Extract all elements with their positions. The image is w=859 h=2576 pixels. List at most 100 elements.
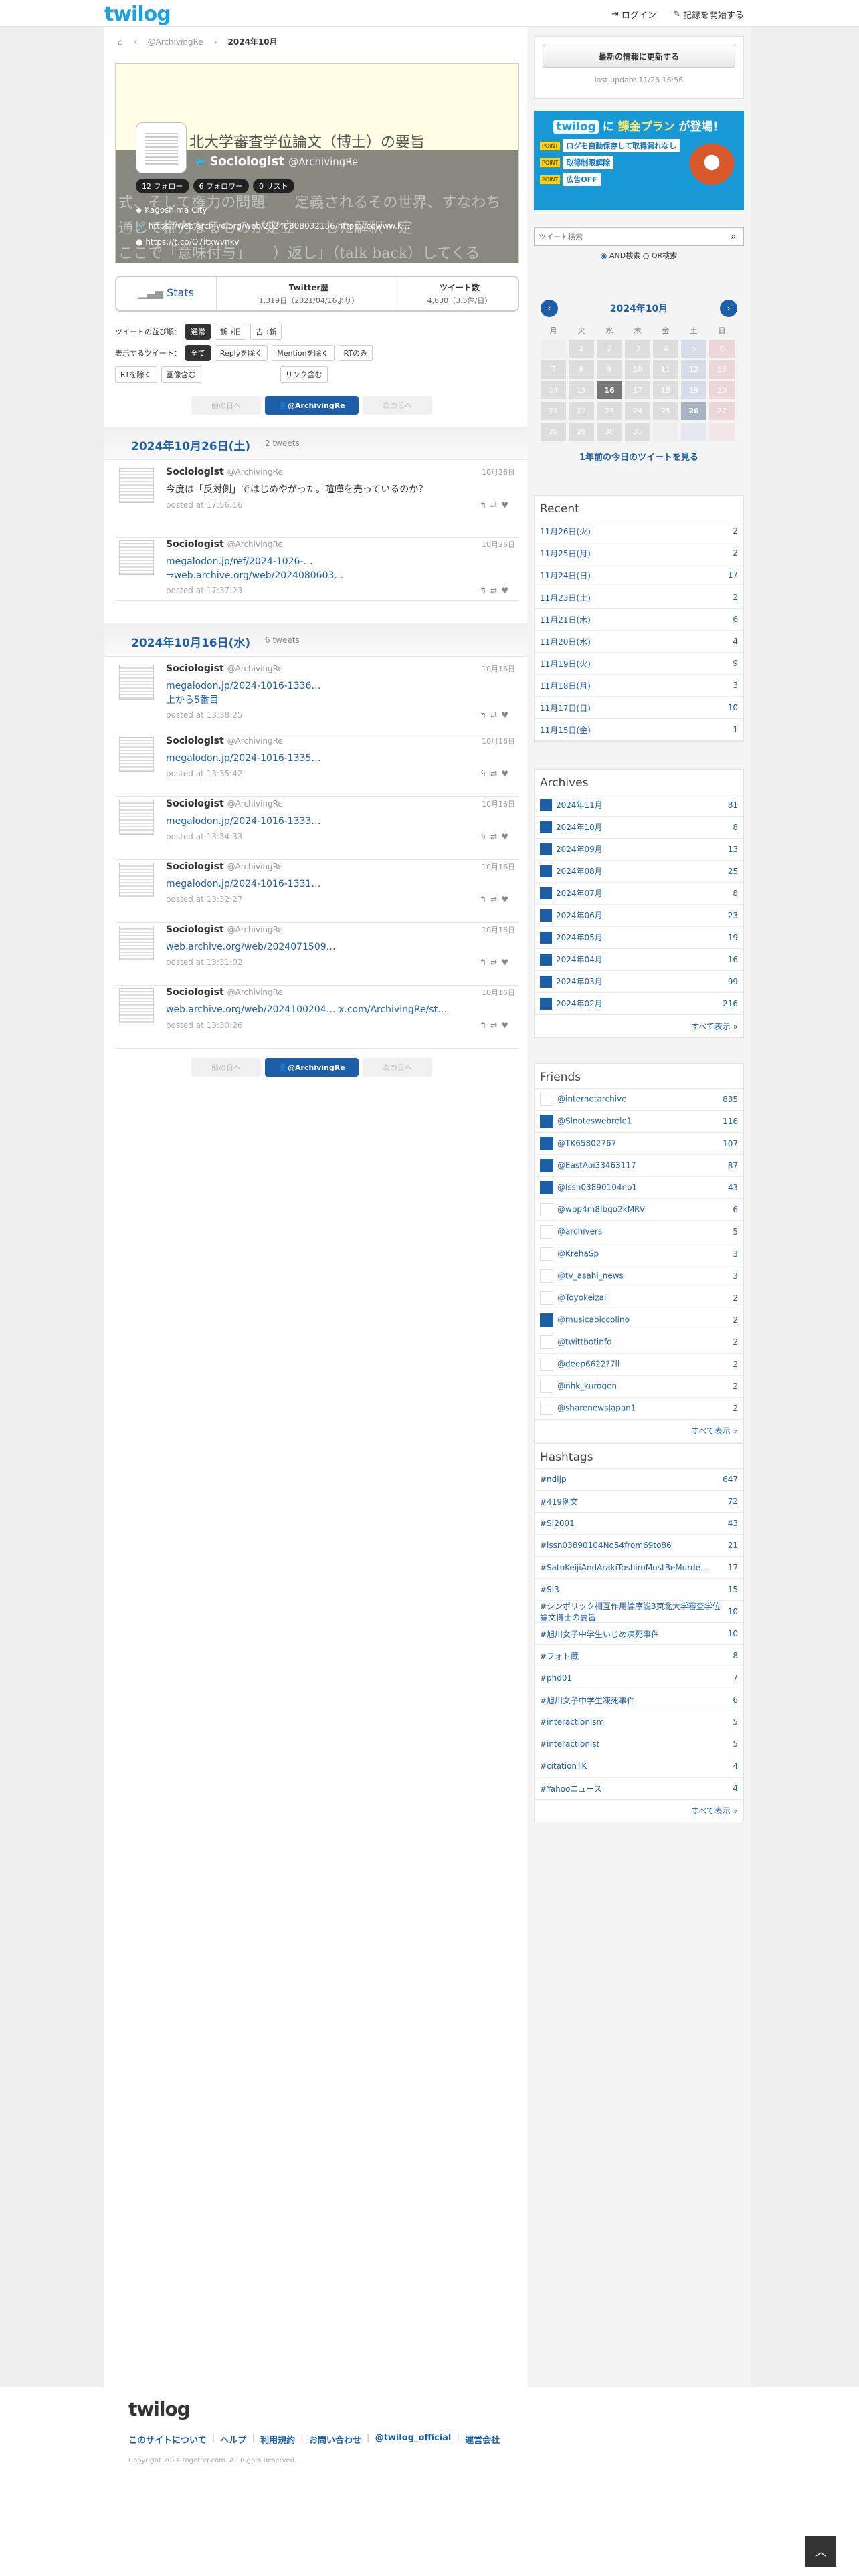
filter-images[interactable]: 画像含む: [161, 366, 201, 383]
friend-item-label[interactable]: @lssn03890104no1: [557, 1183, 637, 1192]
tweet-date[interactable]: 10月16日: [482, 987, 515, 998]
calendar-day[interactable]: 14: [541, 381, 566, 399]
followers-count[interactable]: 6 フォロワー: [193, 179, 249, 193]
hashtag-item[interactable]: #旭川女子中学生いじめ凍死事件 10: [535, 1623, 743, 1645]
hashtag-item[interactable]: #SI2001 43: [535, 1513, 743, 1535]
search-icon[interactable]: ⌕: [723, 228, 743, 245]
calendar-prev-icon[interactable]: ‹: [541, 300, 558, 317]
next-day-button[interactable]: 次の日へ: [363, 1058, 432, 1077]
tweet-date[interactable]: 10月16日: [482, 663, 515, 674]
and-search-radio[interactable]: ◉: [601, 251, 607, 260]
footer-link[interactable]: お問い合わせ: [309, 2433, 361, 2446]
archive-item-label[interactable]: 2024年02月: [556, 999, 603, 1008]
user-button[interactable]: 👤 @ArchivingRe: [265, 396, 359, 415]
tweet-author[interactable]: Sociologist @ArchivingRe: [166, 467, 283, 477]
reply-icon[interactable]: ↰: [480, 958, 490, 967]
recent-item-label[interactable]: 11月24日(日): [540, 571, 591, 580]
breadcrumb-user[interactable]: @ArchivingRe: [147, 37, 203, 47]
hashtag-item[interactable]: #interactionism 5: [535, 1711, 743, 1733]
tweet-body[interactable]: web.archive.org/web/2024071509…: [166, 940, 500, 954]
year-ago-link[interactable]: 1年前の今日のツイートを見る: [534, 450, 744, 463]
day-date[interactable]: 2024年10月26日(土): [131, 437, 250, 453]
hashtag-item-label[interactable]: #SatoKeijiAndArakiToshiroMustBeMurde…: [540, 1563, 708, 1572]
retweet-icon[interactable]: ⇄: [490, 895, 501, 904]
reply-icon[interactable]: ↰: [480, 710, 490, 720]
recent-item[interactable]: 11月25日(月) 2: [535, 542, 743, 564]
filter-links[interactable]: リンク含む: [280, 366, 328, 383]
calendar-day[interactable]: 15: [569, 381, 594, 399]
start-recording-link[interactable]: ✎ 記録を開始する: [673, 8, 744, 21]
filter-no-mention[interactable]: Mentionを除く: [272, 345, 335, 361]
tweet-author[interactable]: Sociologist @ArchivingRe: [166, 539, 283, 550]
friend-item-label[interactable]: @internetarchive: [557, 1095, 627, 1104]
recent-item-label[interactable]: 11月23日(土): [540, 593, 591, 603]
hashtag-item-label[interactable]: #interactionism: [540, 1717, 604, 1727]
hashtag-item-label[interactable]: #旭川女子中学生凍死事件: [540, 1696, 635, 1705]
profile-url[interactable]: 🔗 https://web.archive.org/web/2024080803…: [136, 221, 409, 231]
hashtag-item[interactable]: #419例文 72: [535, 1491, 743, 1513]
back-to-top-button[interactable]: ︿: [805, 2536, 836, 2567]
recent-item-label[interactable]: 11月19日(火): [540, 659, 591, 669]
retweet-icon[interactable]: ⇄: [490, 586, 501, 595]
hashtag-item-label[interactable]: #Yahooニュース: [540, 1784, 602, 1794]
friend-item[interactable]: @internetarchive 835: [535, 1089, 743, 1111]
calendar-day[interactable]: 2: [597, 340, 622, 358]
hashtag-item-label[interactable]: #旭川女子中学生いじめ凍死事件: [540, 1630, 659, 1639]
tweet-time[interactable]: posted at 17:56:16: [166, 500, 243, 510]
tweet-date[interactable]: 10月16日: [482, 798, 515, 809]
premium-banner[interactable]: twilog に 課金プラン が登場！ POINT ログを自動保存して取得漏れなし…: [534, 111, 744, 210]
tweet-time[interactable]: posted at 13:38:25: [166, 710, 243, 720]
avatar[interactable]: [136, 122, 187, 173]
tweet-avatar[interactable]: [119, 800, 154, 835]
hashtag-item-label[interactable]: #lssn03890104No54from69to86: [540, 1541, 672, 1550]
tweet-body[interactable]: megalodon.jp/2024-1016-1336… 上から5番目: [166, 679, 500, 708]
friend-item[interactable]: @wpp4m8Ibqo2kMRV 6: [535, 1199, 743, 1221]
retweet-icon[interactable]: ⇄: [490, 710, 501, 720]
calendar-day[interactable]: 9: [597, 360, 622, 379]
user-button[interactable]: 👤 @ArchivingRe: [265, 1058, 359, 1077]
friend-item-label[interactable]: @wpp4m8Ibqo2kMRV: [557, 1205, 645, 1214]
hashtag-item-label[interactable]: #interactionist: [540, 1739, 599, 1749]
like-icon[interactable]: ♥: [501, 586, 512, 595]
calendar-day[interactable]: 19: [681, 381, 706, 399]
tweet-author[interactable]: Sociologist @ArchivingRe: [166, 861, 283, 872]
tweet-author[interactable]: Sociologist @ArchivingRe: [166, 924, 283, 935]
hashtag-item[interactable]: #フォト蔵 8: [535, 1645, 743, 1667]
friend-item[interactable]: @Toyokeizai 2: [535, 1287, 743, 1309]
twilog-logo[interactable]: twilog: [104, 3, 171, 26]
filter-no-reply[interactable]: Replyを除く: [214, 345, 268, 361]
order-old-new[interactable]: 古→新: [250, 324, 282, 340]
hashtag-item-label[interactable]: #419例文: [540, 1497, 578, 1507]
archive-item[interactable]: 2024年05月 19: [535, 927, 743, 949]
hashtag-item[interactable]: #ndljp 647: [535, 1469, 743, 1491]
calendar-next-icon[interactable]: ›: [719, 300, 737, 317]
prev-day-button[interactable]: 前の日へ: [191, 396, 261, 415]
tweet-author[interactable]: Sociologist @ArchivingRe: [166, 798, 283, 809]
like-icon[interactable]: ♥: [501, 895, 512, 904]
archive-item[interactable]: 2024年06月 23: [535, 905, 743, 927]
tweet-author[interactable]: Sociologist @ArchivingRe: [166, 663, 283, 674]
recent-item-label[interactable]: 11月17日(日): [540, 704, 591, 713]
hashtag-item[interactable]: #interactionist 5: [535, 1733, 743, 1755]
calendar-day[interactable]: 18: [653, 381, 678, 399]
tweet-date[interactable]: 10月16日: [482, 924, 515, 935]
friend-item[interactable]: @musicapiccolino 2: [535, 1309, 743, 1331]
hashtag-item-label[interactable]: #ndljp: [540, 1475, 567, 1484]
friend-item[interactable]: @tv_asahi_news 3: [535, 1265, 743, 1287]
hashtag-item[interactable]: #シンボリック相互作用論序説3東北大学審査学位論文博士の要旨 10: [535, 1601, 743, 1623]
hashtag-item-label[interactable]: #phd01: [540, 1673, 572, 1683]
reply-icon[interactable]: ↰: [480, 500, 490, 510]
footer-link[interactable]: 利用規約: [260, 2433, 295, 2446]
tweet-body[interactable]: web.archive.org/web/2024100204… x.com/Ar…: [166, 1003, 500, 1017]
tweet-author[interactable]: Sociologist @ArchivingRe: [166, 987, 283, 998]
lists-count[interactable]: 0 リスト: [253, 179, 294, 193]
calendar-day[interactable]: 10: [625, 360, 650, 379]
recent-item[interactable]: 11月18日(月) 3: [535, 675, 743, 697]
friends-see-all[interactable]: すべて表示 »: [535, 1420, 743, 1442]
calendar-day[interactable]: 3: [625, 340, 650, 358]
tweet-time[interactable]: posted at 13:35:42: [166, 769, 243, 778]
calendar-day[interactable]: 20: [709, 381, 735, 399]
tweet-avatar[interactable]: [119, 737, 154, 772]
retweet-icon[interactable]: ⇄: [490, 832, 501, 841]
retweet-icon[interactable]: ⇄: [490, 958, 501, 967]
